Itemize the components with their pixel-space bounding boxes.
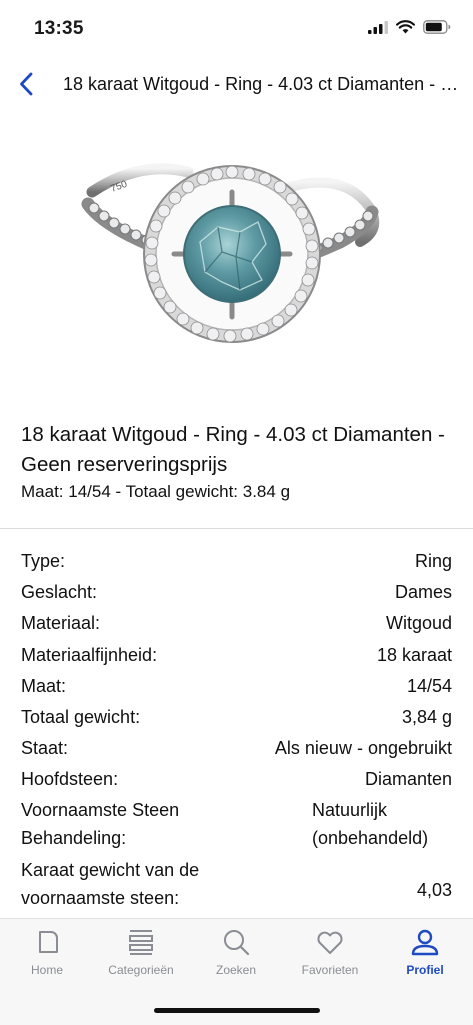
spec-label: Staat:: [21, 738, 69, 759]
tab-label: Profiel: [406, 963, 444, 977]
spec-row-geslacht: Geslacht: Dames: [21, 577, 452, 608]
profile-icon: [411, 929, 439, 956]
spec-row-steen-behandeling: Voornaamste Steen Behandeling: Natuurlij…: [21, 796, 452, 852]
spec-row-materiaalfijnheid: Materiaalfijnheid: 18 karaat: [21, 640, 452, 671]
tab-label: Favorieten: [301, 963, 359, 977]
spec-label: Geslacht:: [21, 582, 98, 603]
spec-row-karaat-gewicht: Karaat gewicht van de voornaamste steen:…: [21, 856, 452, 912]
spec-label: Totaal gewicht:: [21, 707, 141, 728]
wifi-icon: [396, 20, 415, 34]
specifications-list: Type: Ring Geslacht: Dames Materiaal: Wi…: [21, 546, 452, 918]
battery-icon: [423, 20, 451, 34]
spec-value: Diamanten: [364, 769, 452, 790]
spec-row-type: Type: Ring: [21, 546, 452, 577]
categories-icon: [129, 930, 153, 955]
spec-value: Witgoud: [385, 613, 452, 634]
spec-label: Karaat gewicht van de voornaamste steen:: [21, 859, 200, 908]
spec-row-hoofdsteen: Hoofdsteen: Diamanten: [21, 764, 452, 795]
spec-value: 18 karaat: [376, 644, 452, 665]
spec-row-totaal-gewicht: Totaal gewicht: 3,84 g: [21, 702, 452, 733]
product-title: 18 karaat Witgoud - Ring - 4.03 ct Diama…: [21, 423, 445, 476]
tab-home[interactable]: Home: [0, 927, 94, 977]
signal-icon: [368, 20, 388, 34]
tab-profiel[interactable]: Profiel: [378, 927, 472, 977]
navigation-bar: 18 karaat Witgoud - Ring - 4.03 ct Diama…: [0, 58, 473, 112]
back-button[interactable]: [8, 66, 44, 102]
spec-label: Hoofdsteen:: [21, 769, 119, 790]
spec-value: 3,84 g: [401, 707, 452, 728]
spec-row-materiaal: Materiaal: Witgoud: [21, 608, 452, 639]
spec-value: 14/54: [406, 675, 452, 696]
product-image[interactable]: 750: [0, 112, 473, 407]
spec-label: Materiaalfijnheid:: [21, 644, 158, 665]
nav-title: 18 karaat Witgoud - Ring - 4.03 ct Diama…: [63, 74, 459, 94]
spec-label: Maat:: [21, 675, 67, 696]
tab-zoeken[interactable]: Zoeken: [189, 927, 283, 977]
divider: [0, 528, 473, 529]
tab-label: Home: [30, 963, 63, 977]
spec-value: Als nieuw - ongebruikt: [274, 738, 452, 759]
home-indicator: [154, 1008, 320, 1013]
spec-value: Natuurlijk (onbehandeld): [312, 799, 429, 848]
spec-value: Ring: [414, 551, 452, 571]
heart-icon: [317, 931, 343, 954]
tab-label: Zoeken: [215, 963, 257, 977]
tab-categorieen[interactable]: Categorieën: [94, 927, 188, 977]
spec-label: Type:: [21, 551, 66, 571]
ring-illustration: 750: [81, 163, 380, 343]
spec-label: Voornaamste Steen Behandeling:: [21, 799, 180, 848]
spec-label: Materiaal:: [21, 613, 101, 634]
spec-row-staat: Staat: Als nieuw - ongebruikt: [21, 733, 452, 764]
spec-value: 4,03: [416, 880, 452, 901]
status-time: 13:35: [34, 18, 84, 39]
home-icon: [39, 931, 58, 953]
tab-label: Categorieën: [108, 963, 174, 977]
product-subtitle: Maat: 14/54 - Totaal gewicht: 3.84 g: [21, 482, 291, 501]
chevron-left-icon: [20, 72, 33, 96]
spec-value: Dames: [394, 582, 452, 603]
status-icons: [368, 20, 451, 34]
search-icon: [224, 930, 250, 956]
status-bar: 13:35: [0, 0, 473, 58]
spec-row-maat: Maat: 14/54: [21, 671, 452, 702]
tab-favorieten[interactable]: Favorieten: [283, 927, 377, 977]
